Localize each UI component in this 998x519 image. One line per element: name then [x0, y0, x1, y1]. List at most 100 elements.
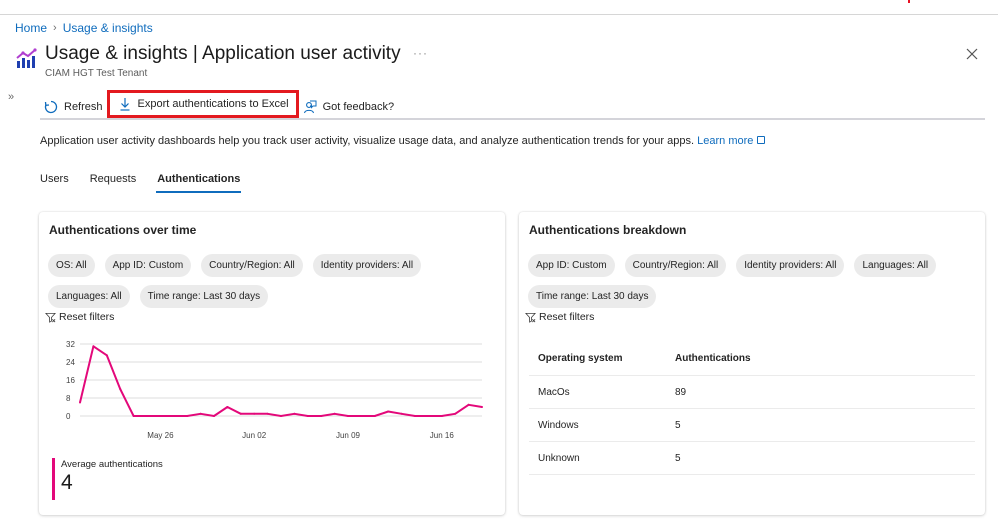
chevron-right-icon: › [53, 22, 57, 34]
table-row: MacOs 89 [529, 376, 975, 409]
filter-languages[interactable]: Languages: All [48, 285, 130, 308]
filter-identity-providers[interactable]: Identity providers: All [312, 254, 422, 277]
authentications-over-time-card: Authentications over time OS: All App ID… [39, 212, 505, 515]
filter-country-region[interactable]: Country/Region: All [201, 254, 303, 277]
data-point[interactable] [373, 415, 376, 417]
metric-value: 4 [61, 471, 73, 494]
data-point[interactable] [239, 412, 242, 415]
feedback-icon [303, 100, 317, 114]
reset-filters-button[interactable]: Reset filters [45, 311, 114, 323]
data-point[interactable] [226, 406, 229, 408]
x-tick-label: Jun 02 [242, 431, 267, 440]
data-point[interactable] [400, 412, 403, 415]
data-point[interactable] [79, 401, 81, 404]
data-point[interactable] [105, 354, 108, 357]
filter-languages[interactable]: Languages: All [854, 254, 937, 277]
page-header: Usage & insights | Application user acti… [15, 42, 401, 79]
tab-requests[interactable]: Requests [90, 170, 136, 191]
data-point[interactable] [360, 415, 363, 417]
data-point[interactable] [199, 412, 202, 415]
close-icon[interactable] [964, 46, 980, 62]
learn-more-link[interactable]: Learn more [697, 135, 766, 147]
data-point[interactable] [213, 415, 215, 417]
data-point[interactable] [253, 412, 256, 415]
tab-list: Users Requests Authentications [40, 170, 261, 193]
data-point[interactable] [186, 415, 189, 417]
data-point[interactable] [293, 412, 296, 415]
filter-country-region[interactable]: Country/Region: All [624, 254, 727, 277]
export-excel-button[interactable]: Export authentications to Excel [106, 90, 299, 118]
x-tick-label: May 26 [147, 431, 174, 440]
metric-label: Average authentications [61, 459, 163, 470]
card-title: Authentications breakdown [529, 223, 687, 237]
title-page: Application user activity [202, 43, 401, 64]
breadcrumb-home[interactable]: Home [15, 21, 47, 35]
filter-app-id[interactable]: App ID: Custom [528, 254, 615, 277]
y-tick-label: 8 [66, 394, 71, 403]
filter-reset-icon [525, 312, 536, 323]
data-point[interactable] [414, 415, 416, 417]
learn-more-label: Learn more [697, 135, 754, 147]
reset-filters-label: Reset filters [59, 311, 115, 323]
breadcrumb-usage-insights[interactable]: Usage & insights [63, 21, 153, 35]
data-point[interactable] [159, 415, 162, 417]
table-header-row: Operating system Authentications [529, 342, 975, 376]
table-row: Windows 5 [529, 409, 975, 442]
reset-filters-button[interactable]: Reset filters [525, 311, 594, 323]
refresh-label: Refresh [64, 101, 103, 113]
filter-app-id[interactable]: App ID: Custom [104, 254, 192, 277]
x-tick-label: Jun 16 [430, 431, 455, 440]
refresh-button[interactable]: Refresh [40, 96, 107, 118]
data-point[interactable] [333, 412, 336, 415]
data-point[interactable] [454, 412, 457, 415]
expand-sidebar-icon[interactable]: » [8, 91, 14, 103]
cell-os: MacOs [538, 386, 570, 398]
data-point[interactable] [132, 415, 135, 417]
tab-users[interactable]: Users [40, 170, 69, 191]
data-point[interactable] [119, 388, 122, 390]
cell-authentications: 89 [675, 386, 687, 398]
breadcrumb: Home › Usage & insights [15, 21, 153, 35]
command-bar: Refresh Export authentications to Excel … [40, 90, 985, 120]
tab-authentications[interactable]: Authentications [156, 170, 242, 193]
external-link-icon [757, 136, 766, 145]
data-point[interactable] [306, 415, 309, 417]
refresh-icon [44, 100, 58, 114]
data-point[interactable] [320, 415, 323, 417]
data-point[interactable] [387, 410, 390, 413]
data-point[interactable] [280, 415, 282, 417]
data-point[interactable] [427, 415, 430, 417]
feedback-label: Got feedback? [322, 101, 395, 113]
data-point[interactable] [440, 415, 443, 417]
title-service: Usage & insights [45, 43, 188, 64]
cell-os: Unknown [538, 452, 580, 464]
cell-os: Windows [538, 419, 579, 431]
page-description: Application user activity dashboards hel… [40, 135, 766, 147]
data-point[interactable] [172, 415, 175, 417]
column-header-authentications[interactable]: Authentications [675, 353, 975, 364]
column-header-os[interactable]: Operating system [529, 353, 675, 364]
filter-time-range[interactable]: Time range: Last 30 days [528, 285, 657, 308]
tenant-subtitle: CIAM HGT Test Tenant [45, 68, 148, 79]
data-point[interactable] [347, 415, 349, 417]
os-breakdown-table: Operating system Authentications MacOs 8… [529, 342, 975, 475]
feedback-button[interactable]: Got feedback? [299, 96, 399, 118]
data-point[interactable] [146, 415, 148, 417]
analytics-chart-icon [16, 48, 37, 68]
filter-identity-providers[interactable]: Identity providers: All [736, 254, 845, 277]
filter-os[interactable]: OS: All [48, 254, 95, 277]
cell-authentications: 5 [675, 419, 681, 431]
data-point[interactable] [467, 403, 470, 406]
x-tick-label: Jun 09 [336, 431, 361, 440]
filter-pills: App ID: Custom Country/Region: All Ident… [528, 254, 978, 308]
description-text: Application user activity dashboards hel… [40, 135, 698, 147]
filter-reset-icon [45, 312, 56, 323]
filter-time-range[interactable]: Time range: Last 30 days [139, 285, 269, 308]
y-tick-label: 24 [66, 358, 75, 367]
data-point[interactable] [481, 406, 483, 408]
data-point[interactable] [266, 412, 269, 415]
more-options-button[interactable]: ··· [413, 46, 428, 60]
data-point[interactable] [92, 345, 95, 348]
series-line-authentications [79, 345, 483, 417]
table-row: Unknown 5 [529, 442, 975, 475]
